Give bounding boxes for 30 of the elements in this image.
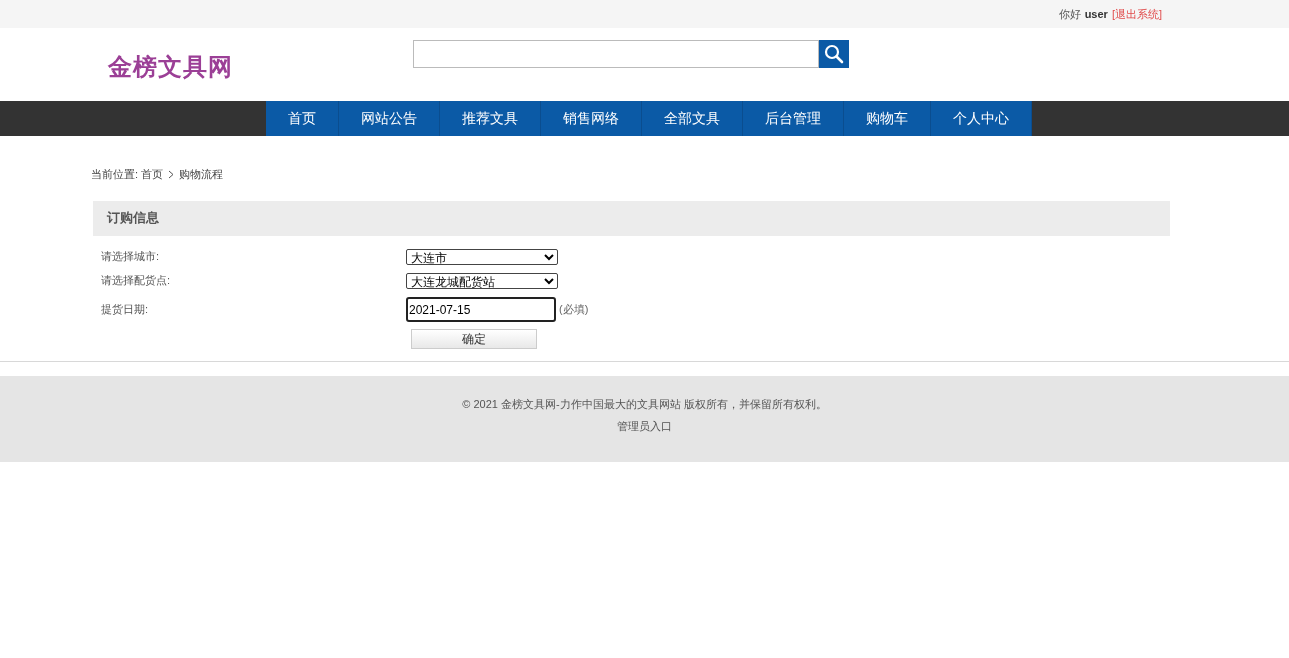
nav-tab[interactable]: 首页 xyxy=(266,101,339,136)
nav-tab[interactable]: 后台管理 xyxy=(743,101,844,136)
select-field[interactable]: 大连龙城配货站 xyxy=(406,272,558,289)
site-logo: 金榜文具网 xyxy=(108,52,234,82)
search-icon xyxy=(824,44,844,64)
nav-tab[interactable]: 个人中心 xyxy=(931,101,1032,136)
logout-link[interactable]: [退出系统] xyxy=(1111,5,1162,23)
nav-tab[interactable]: 销售网络 xyxy=(541,101,642,136)
nav-tab[interactable]: 全部文具 xyxy=(642,101,743,136)
field-label: 请选择城市: xyxy=(101,249,161,265)
admin-link[interactable]: 管理员入口 xyxy=(617,418,672,435)
confirm-button[interactable]: 确定 xyxy=(411,328,537,349)
copyright-text: © 2021 金榜文具网-力作中国最大的文具网站 版权所有，并保留所有权利。 xyxy=(462,396,827,412)
nav-tab[interactable]: 网站公告 xyxy=(339,101,440,136)
breadcrumb-current: 购物流程 xyxy=(179,167,224,182)
username-text: user xyxy=(1084,6,1108,22)
breadcrumb-label: 当前位置: xyxy=(91,167,139,182)
field-label: 请选择配货点: xyxy=(101,273,172,289)
nav-tab[interactable]: 购物车 xyxy=(844,101,931,136)
required-note: (必填) xyxy=(559,302,589,318)
nav-tab[interactable]: 推荐文具 xyxy=(440,101,541,136)
search-field[interactable] xyxy=(413,40,819,68)
greeting-text: 你好 xyxy=(1058,6,1081,22)
breadcrumb-link[interactable]: 首页 xyxy=(141,166,164,183)
field-label: 提货日期: xyxy=(101,302,150,318)
search-button[interactable] xyxy=(819,40,849,68)
date-input-field[interactable]: 2021-07-15 xyxy=(406,297,556,322)
panel-header: 订购信息 xyxy=(93,200,1170,236)
select-field[interactable]: 大连市 xyxy=(406,248,558,265)
chevron-icon xyxy=(168,169,175,179)
